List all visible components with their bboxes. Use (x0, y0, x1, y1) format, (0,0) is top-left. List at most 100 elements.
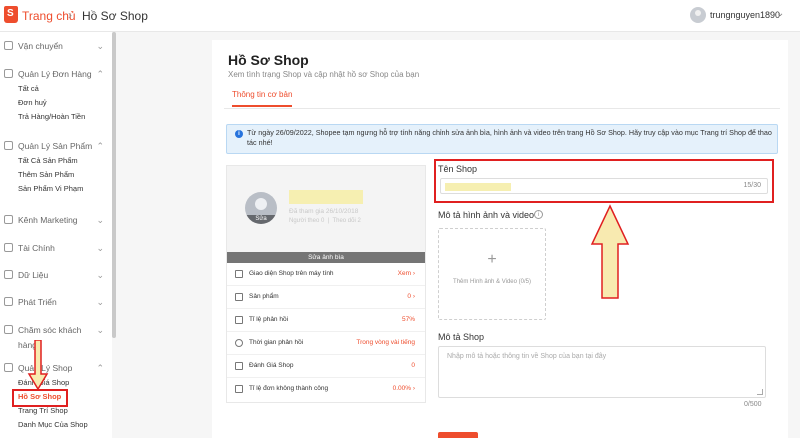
sidebar-scrollbar[interactable] (112, 32, 116, 338)
chevron-down-icon[interactable]: ⌄ (96, 324, 104, 336)
media-label: Mô tả hình ảnh và video (438, 210, 535, 220)
notice-banner: i Từ ngày 26/09/2022, Shopee tạm ngưng h… (226, 124, 778, 154)
sidebar-section-orders: Quản Lý Đơn Hàng ⌃ Tất cả Đơn huỷ Trả Hàn… (0, 68, 112, 124)
main-panel: Hồ Sơ Shop Xem tình trạng Shop và cập nh… (212, 40, 788, 438)
highlight-box-shop-profile (12, 389, 68, 407)
sidebar-section-shipping[interactable]: Vận chuyển ⌄ (0, 40, 112, 54)
chart-icon (4, 270, 13, 279)
row-value: 57% (401, 316, 415, 323)
sidebar-section-label: Kênh Marketing (18, 215, 78, 225)
chevron-up-icon[interactable]: ⌃ (96, 140, 104, 152)
cover-image: Sửa Đã tham gia 26/10/2018 Người theo 0 … (227, 166, 425, 252)
row-value: 0 (411, 362, 415, 369)
avatar-edit-label[interactable]: Sửa (245, 215, 277, 224)
sidebar-section-marketing[interactable]: Kênh Marketing ⌄ (0, 214, 112, 228)
sidebar-section-label: Chăm sóc khách (18, 325, 82, 335)
media-upload-box[interactable]: + Thêm Hình ảnh & Video (0/5) (438, 228, 546, 320)
preview-row-shop-rating: Đánh Giá Shop 0 (227, 355, 425, 378)
sidebar-section-growth[interactable]: Phát Triển ⌄ (0, 296, 112, 310)
chevron-down-icon[interactable]: ⌄ (776, 8, 784, 19)
tab-basic-info[interactable]: Thông tin cơ bản (232, 90, 293, 107)
yellow-arrow-annotation-icon (590, 204, 630, 299)
row-label: Tỉ lệ đơn không thành công (249, 385, 329, 392)
chevron-down-icon[interactable]: ⌄ (96, 269, 104, 281)
highlight-box-shop-name (434, 159, 774, 203)
sidebar-item-cancelled[interactable]: Đơn huỷ (0, 96, 112, 110)
save-button[interactable] (438, 432, 478, 438)
sidebar-item-shop-categories[interactable]: Danh Mục Của Shop (0, 418, 112, 432)
shop-avatar-icon[interactable]: Sửa (245, 192, 277, 224)
sidebar-item-add-product[interactable]: Thêm Sản Phẩm (0, 168, 112, 182)
tab-divider (224, 108, 780, 109)
sidebar: Vận chuyển ⌄ Quản Lý Đơn Hàng ⌃ Tất cả Đơn… (0, 32, 112, 438)
shop-profile-form: Tên Shop 15/30 Mô tả hình ảnh và video i… (434, 159, 778, 430)
sidebar-section-data[interactable]: Dữ Liệu ⌄ (0, 269, 112, 283)
sidebar-section-label: Vận chuyển (18, 41, 63, 51)
upload-hint: Thêm Hình ảnh & Video (0/5) (453, 279, 531, 285)
row-label: Sản phẩm (249, 293, 279, 300)
sidebar-section-customer-care[interactable]: Chăm sóc khách ⌄ hàng (0, 324, 112, 352)
row-label: Thời gian phản hồi (249, 339, 304, 346)
resize-handle-icon[interactable] (757, 389, 763, 395)
edit-cover-button[interactable]: Sửa ảnh bìa (227, 252, 425, 263)
truck-icon (4, 41, 13, 50)
preview-row-failed-orders[interactable]: Tỉ lệ đơn không thành công 0.00% › (227, 378, 425, 401)
sidebar-section-label: Dữ Liệu (18, 270, 49, 280)
shopee-logo-icon[interactable] (4, 6, 18, 23)
row-value[interactable]: Xem › (398, 270, 415, 277)
row-value[interactable]: 0.00% › (393, 385, 415, 392)
chat-icon (235, 316, 243, 324)
wallet-icon (4, 243, 13, 252)
breadcrumb-separator: › (68, 8, 72, 22)
box-icon (4, 141, 13, 150)
shop-preview-card: Sửa Đã tham gia 26/10/2018 Người theo 0 … (226, 165, 426, 403)
joined-date: Đã tham gia 26/10/2018 (289, 208, 359, 215)
sidebar-item-returns[interactable]: Trả Hàng/Hoàn Tiền (0, 110, 112, 124)
sidebar-item-shop-reviews[interactable]: Đánh Giá Shop (0, 376, 112, 390)
chevron-down-icon[interactable]: ⌄ (96, 296, 104, 308)
chevron-down-icon[interactable]: ⌄ (96, 214, 104, 226)
shop-icon (4, 363, 13, 372)
sidebar-section-label: Quản Lý Đơn Hàng (18, 69, 92, 79)
sidebar-section-label: Quản Lý Sản Phẩm (18, 141, 93, 151)
followers-count: Người theo 0 (289, 218, 325, 224)
red-arrow-annotation-icon (27, 340, 49, 390)
notice-text: Từ ngày 26/09/2022, Shopee tạm ngưng hỗ … (247, 128, 772, 147)
description-label: Mô tả Shop (438, 332, 485, 342)
page-subtitle: Xem tình trạng Shop và cập nhật hồ sơ Sh… (228, 70, 420, 79)
sidebar-item-all-products[interactable]: Tất Cả Sản Phẩm (0, 154, 112, 168)
preview-row-response-time: Thời gian phản hồi Trong vòng vài tiếng (227, 332, 425, 355)
megaphone-icon (4, 215, 13, 224)
follow-stats: Người theo 0 | Theo dõi 2 (289, 218, 361, 224)
chevron-up-icon[interactable]: ⌃ (96, 362, 104, 374)
description-placeholder: Nhập mô tả hoặc thông tin về Shop của bạ… (447, 353, 607, 360)
sidebar-item-violations[interactable]: Sản Phẩm Vi Phạm (0, 182, 112, 196)
username[interactable]: trungnguyen1890 (710, 10, 780, 20)
info-icon[interactable]: i (534, 210, 543, 219)
preview-row-desktop-view[interactable]: Giao diện Shop trên máy tính Xem › (227, 263, 425, 286)
preview-row-response-rate: Tỉ lệ phản hồi 57% (227, 309, 425, 332)
star-icon (235, 362, 243, 370)
preview-row-products[interactable]: Sản phẩm 0 › (227, 286, 425, 309)
following-count: Theo dõi 2 (332, 218, 361, 224)
box-icon (235, 293, 243, 301)
shop-name-redacted (289, 190, 363, 204)
headset-icon (4, 325, 13, 334)
row-label: Giao diện Shop trên máy tính (249, 270, 334, 277)
calendar-icon (235, 385, 243, 393)
monitor-icon (235, 270, 243, 278)
row-value: Trong vòng vài tiếng (356, 339, 415, 346)
chevron-down-icon[interactable]: ⌄ (96, 242, 104, 254)
user-avatar-icon[interactable] (690, 7, 706, 23)
row-label: Đánh Giá Shop (249, 362, 294, 369)
sidebar-item-all-orders[interactable]: Tất cả (0, 82, 112, 96)
sidebar-section-label: Phát Triển (18, 297, 57, 307)
sidebar-section-finance[interactable]: Tài Chính ⌄ (0, 242, 112, 256)
plus-icon: + (487, 251, 497, 268)
chevron-up-icon[interactable]: ⌃ (96, 68, 104, 80)
sidebar-section-label-line2: hàng (18, 340, 37, 350)
chevron-down-icon[interactable]: ⌄ (96, 40, 104, 52)
description-textarea[interactable]: Nhập mô tả hoặc thông tin về Shop của bạ… (438, 346, 766, 398)
page-title: Hồ Sơ Shop (228, 52, 309, 68)
row-value[interactable]: 0 › (407, 293, 415, 300)
